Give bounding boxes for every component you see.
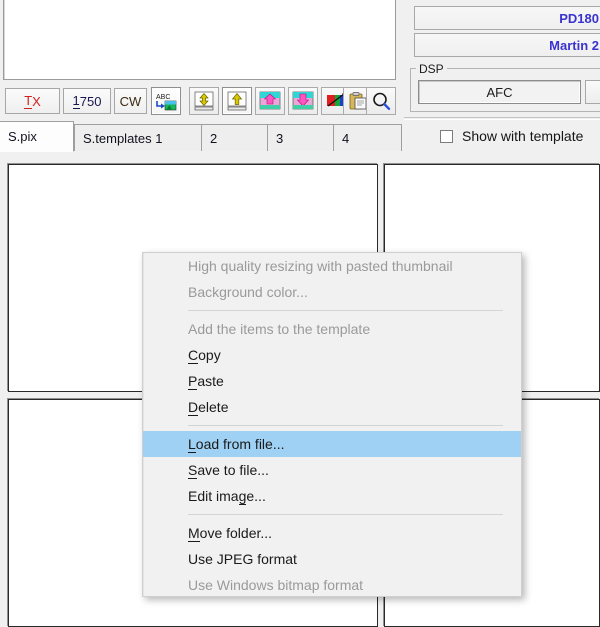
- menu-item-label: Paste: [188, 373, 224, 390]
- menu-item-high-quality-resizing-with-pasted-thumbnail: High quality resizing with pasted thumbn…: [143, 253, 521, 279]
- tab-3[interactable]: 3: [267, 124, 334, 151]
- menu-item-load-from-file[interactable]: Load from file...: [143, 431, 521, 457]
- menu-item-label: High quality resizing with pasted thumbn…: [188, 258, 453, 274]
- menu-item-move-folder[interactable]: Move folder...: [143, 520, 521, 546]
- panel-divider: [404, 117, 600, 118]
- move-up-icon: [226, 90, 248, 112]
- tab-4[interactable]: 4: [333, 124, 402, 151]
- show-with-templates-label: Show with template: [462, 128, 584, 144]
- menu-item-save-to-file[interactable]: Save to file...: [143, 457, 521, 483]
- toolbar: TX 1 750 CW ABC: [0, 84, 400, 118]
- tx-button[interactable]: TX: [5, 88, 60, 114]
- menu-item-label: Save to file...: [188, 462, 269, 479]
- menu-item-use-jpeg-format[interactable]: Use JPEG format: [143, 546, 521, 572]
- magnifier-icon: [371, 91, 391, 111]
- tab-s-templates-1[interactable]: S.templates 1: [74, 124, 202, 151]
- afc-label: AFC: [486, 84, 513, 100]
- move-up-icon-button[interactable]: [222, 87, 252, 115]
- context-menu: High quality resizing with pasted thumbn…: [142, 252, 522, 597]
- svg-text:ABC: ABC: [156, 94, 170, 101]
- tab-label: 4: [342, 130, 350, 146]
- tab-label: 2: [210, 130, 218, 146]
- dsp-group-label: DSP: [416, 62, 447, 76]
- tx-rest-char: X: [32, 93, 41, 109]
- menu-separator: [143, 305, 521, 316]
- tab-label: S.pix: [8, 129, 37, 144]
- tx-accel-char: T: [24, 93, 33, 109]
- mode-field-pd180[interactable]: PD180: [414, 6, 600, 30]
- menu-item-paste[interactable]: Paste: [143, 368, 521, 394]
- menu-item-label: Move folder...: [188, 525, 273, 542]
- freq-rest-char: 750: [79, 93, 102, 109]
- abc-to-image-icon-button[interactable]: ABC: [151, 87, 181, 115]
- menu-item-use-windows-bitmap-format: Use Windows bitmap format: [143, 572, 521, 598]
- context-menu-items: High quality resizing with pasted thumbn…: [143, 253, 521, 598]
- image-shift-down-icon: [292, 91, 314, 111]
- cw-button[interactable]: CW: [114, 88, 147, 114]
- mode-field-martin-value: Martin 2: [549, 37, 599, 53]
- menu-separator: [143, 509, 521, 520]
- panel-divider-highlight: [404, 119, 600, 120]
- freq-accel-char: 1: [72, 93, 80, 109]
- show-with-templates-checkbox[interactable]: [440, 129, 453, 143]
- menu-item-label: Use JPEG format: [188, 551, 297, 567]
- menu-item-label: Background color...: [188, 284, 308, 300]
- menu-item-edit-image[interactable]: Edit image...: [143, 483, 521, 509]
- menu-item-label: Add the items to the template: [188, 321, 371, 337]
- afc-button[interactable]: AFC: [418, 80, 581, 104]
- tab-label: 3: [276, 130, 284, 146]
- abc-to-image-icon: ABC: [155, 91, 177, 111]
- thumbnail-tab-strip: S.pix S.templates 1 2 3 4: [0, 121, 402, 152]
- mode-field-pd180-value: PD180: [559, 10, 599, 26]
- menu-item-delete[interactable]: Delete: [143, 394, 521, 420]
- receive-image-panel[interactable]: [3, 0, 396, 80]
- menu-item-label: Copy: [188, 347, 221, 364]
- menu-item-add-the-items-to-the-template: Add the items to the template: [143, 316, 521, 342]
- cw-label: CW: [119, 93, 142, 109]
- menu-item-label: Load from file...: [188, 436, 285, 453]
- mode-field-martin[interactable]: Martin 2: [414, 33, 600, 57]
- paste-clipboard-icon: [348, 91, 368, 111]
- menu-item-label: Edit image...: [188, 488, 266, 505]
- move-up-down-icon: [193, 90, 215, 112]
- menu-item-copy[interactable]: Copy: [143, 342, 521, 368]
- magnifier-icon-button[interactable]: [366, 87, 396, 115]
- tab-label: S.templates 1: [83, 130, 163, 146]
- tab-s-pix[interactable]: S.pix: [0, 121, 74, 152]
- frequency-1750-button[interactable]: 1 750: [63, 88, 111, 114]
- menu-separator: [143, 420, 521, 431]
- menu-item-background-color: Background color...: [143, 279, 521, 305]
- move-up-down-icon-button[interactable]: [189, 87, 219, 115]
- menu-item-label: Delete: [188, 399, 229, 416]
- image-shift-down-icon-button[interactable]: [288, 87, 318, 115]
- image-shift-up-icon: [259, 91, 281, 111]
- tab-2[interactable]: 2: [201, 124, 268, 151]
- show-with-templates-row[interactable]: Show with template: [404, 122, 600, 150]
- dsp-secondary-button[interactable]: [585, 80, 600, 104]
- image-shift-up-icon-button[interactable]: [255, 87, 285, 115]
